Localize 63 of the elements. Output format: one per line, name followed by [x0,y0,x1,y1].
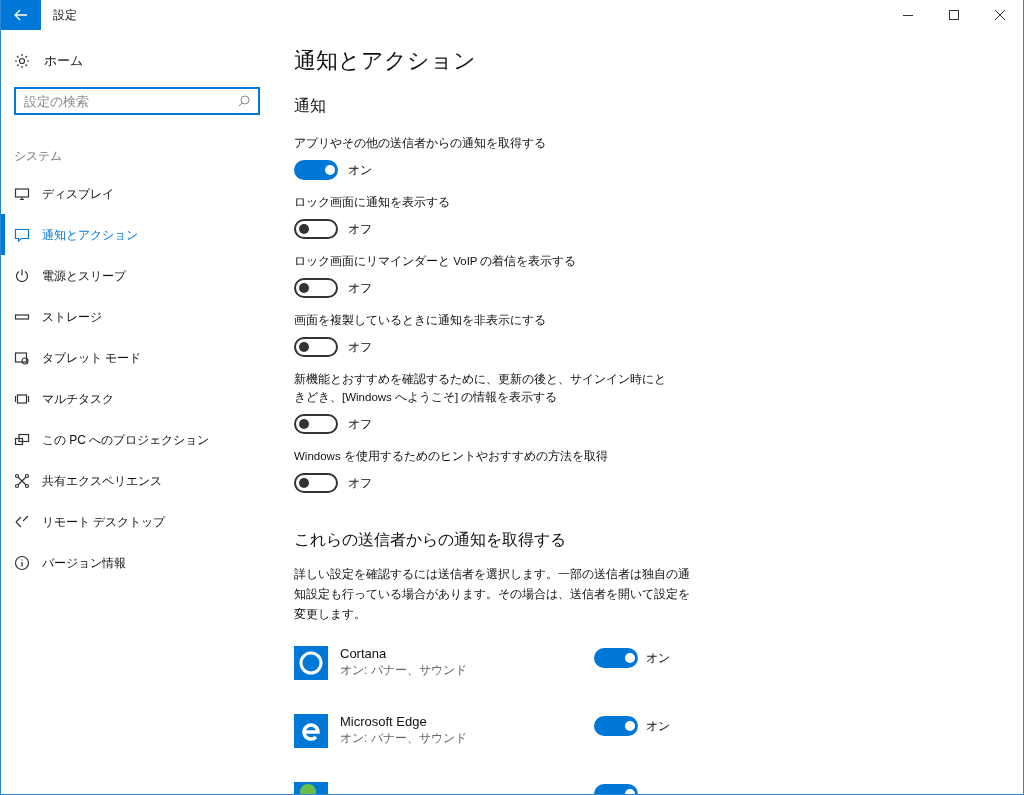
monitor-icon [14,185,30,202]
maximize-icon [949,10,959,20]
setting-label: 新機能とおすすめを確認するために、更新の後と、サインイン時にときどき、[Windows へようこそ] の情報を表示する [294,372,667,405]
page-title: 通知とアクション [294,47,477,75]
toggle-switch[interactable] [594,648,638,668]
projection-icon [14,431,30,448]
toggle-state: オン [646,650,670,667]
tablet-icon [14,349,30,366]
toggle-state: オフ [348,475,372,492]
toggle-switch[interactable] [294,473,338,493]
sender-name: Microsoft Edge [340,714,428,730]
setting-label: アプリやその他の送信者からの通知を取得する [294,136,547,151]
close-icon [995,10,1005,20]
toggle-switch[interactable] [294,219,338,239]
sender-detail: オン: バナー、サウンド [340,662,468,678]
nav-item[interactable]: マルチタスク [1,378,265,419]
toggle-switch[interactable] [294,414,338,434]
window-title: 設定 [53,7,77,24]
sender-detail: オン: バナー、サウンド [340,730,468,746]
toggle-state: オン [646,718,670,735]
nav-item[interactable]: タブレット モード [1,337,265,378]
description-text: 詳しい設定を確認するには送信者を選択します。一部の送信者は独自の通知設定も行っている場合があります。その場合は、送信者を開いて設定を変更します。 [294,566,691,623]
power-icon [14,267,30,284]
nav-item[interactable]: 電源とスリープ [1,255,265,296]
nav-item[interactable]: ストレージ [1,296,265,337]
back-button[interactable] [1,0,41,30]
nav-item[interactable]: リモート デスクトップ [1,501,265,542]
share-icon [14,472,30,489]
section-label: システム [14,148,63,165]
section-heading: これらの送信者からの通知を取得する [294,530,567,550]
sender-name: Cortana [340,646,388,662]
setting-label: ロック画面にリマインダーと VoIP の着信を表示する [294,254,578,269]
sender-item[interactable]: Cortana オン: バナー、サウンド オン [294,646,674,680]
nav-item[interactable]: 通知とアクション [1,214,265,255]
settings-icon [14,53,30,69]
toggle-switch[interactable] [294,278,338,298]
info-icon [14,554,30,571]
toggle-state: オフ [348,280,372,297]
edge-icon [294,714,328,748]
toggle-state: オン [348,162,372,179]
search-field[interactable]: 設定の検索 [14,87,260,115]
nav-item[interactable]: バージョン情報 [1,542,265,583]
nav-item[interactable]: 共有エクスペリエンス [1,460,265,501]
section-heading: 通知 [294,96,327,116]
setting-label: Windows を使用するためのヒントやおすすめの方法を取得 [294,449,609,464]
setting-label: 画面を複製しているときに通知を非表示にする [294,313,547,328]
toggle-state: オフ [348,416,372,433]
back-arrow-icon [14,9,28,21]
toggle-switch[interactable] [594,716,638,736]
setting-label: ロック画面に通知を表示する [294,195,451,210]
toggle-switch[interactable] [294,337,338,357]
toggle-switch[interactable] [294,160,338,180]
nav-item[interactable]: ディスプレイ [1,173,265,214]
minimize-icon [903,14,913,16]
remote-desktop-icon [14,513,30,530]
cortana-icon [294,646,328,680]
speech-bubble-icon [14,226,30,243]
sender-item[interactable]: Microsoft Edge オン: バナー、サウンド オン [294,714,674,748]
toggle-state: オフ [348,339,372,356]
nav-item[interactable]: この PC へのプロジェクション [1,419,265,460]
home-link[interactable]: ホーム [44,51,83,71]
toggle-state: オフ [348,221,372,238]
search-icon [238,95,250,107]
